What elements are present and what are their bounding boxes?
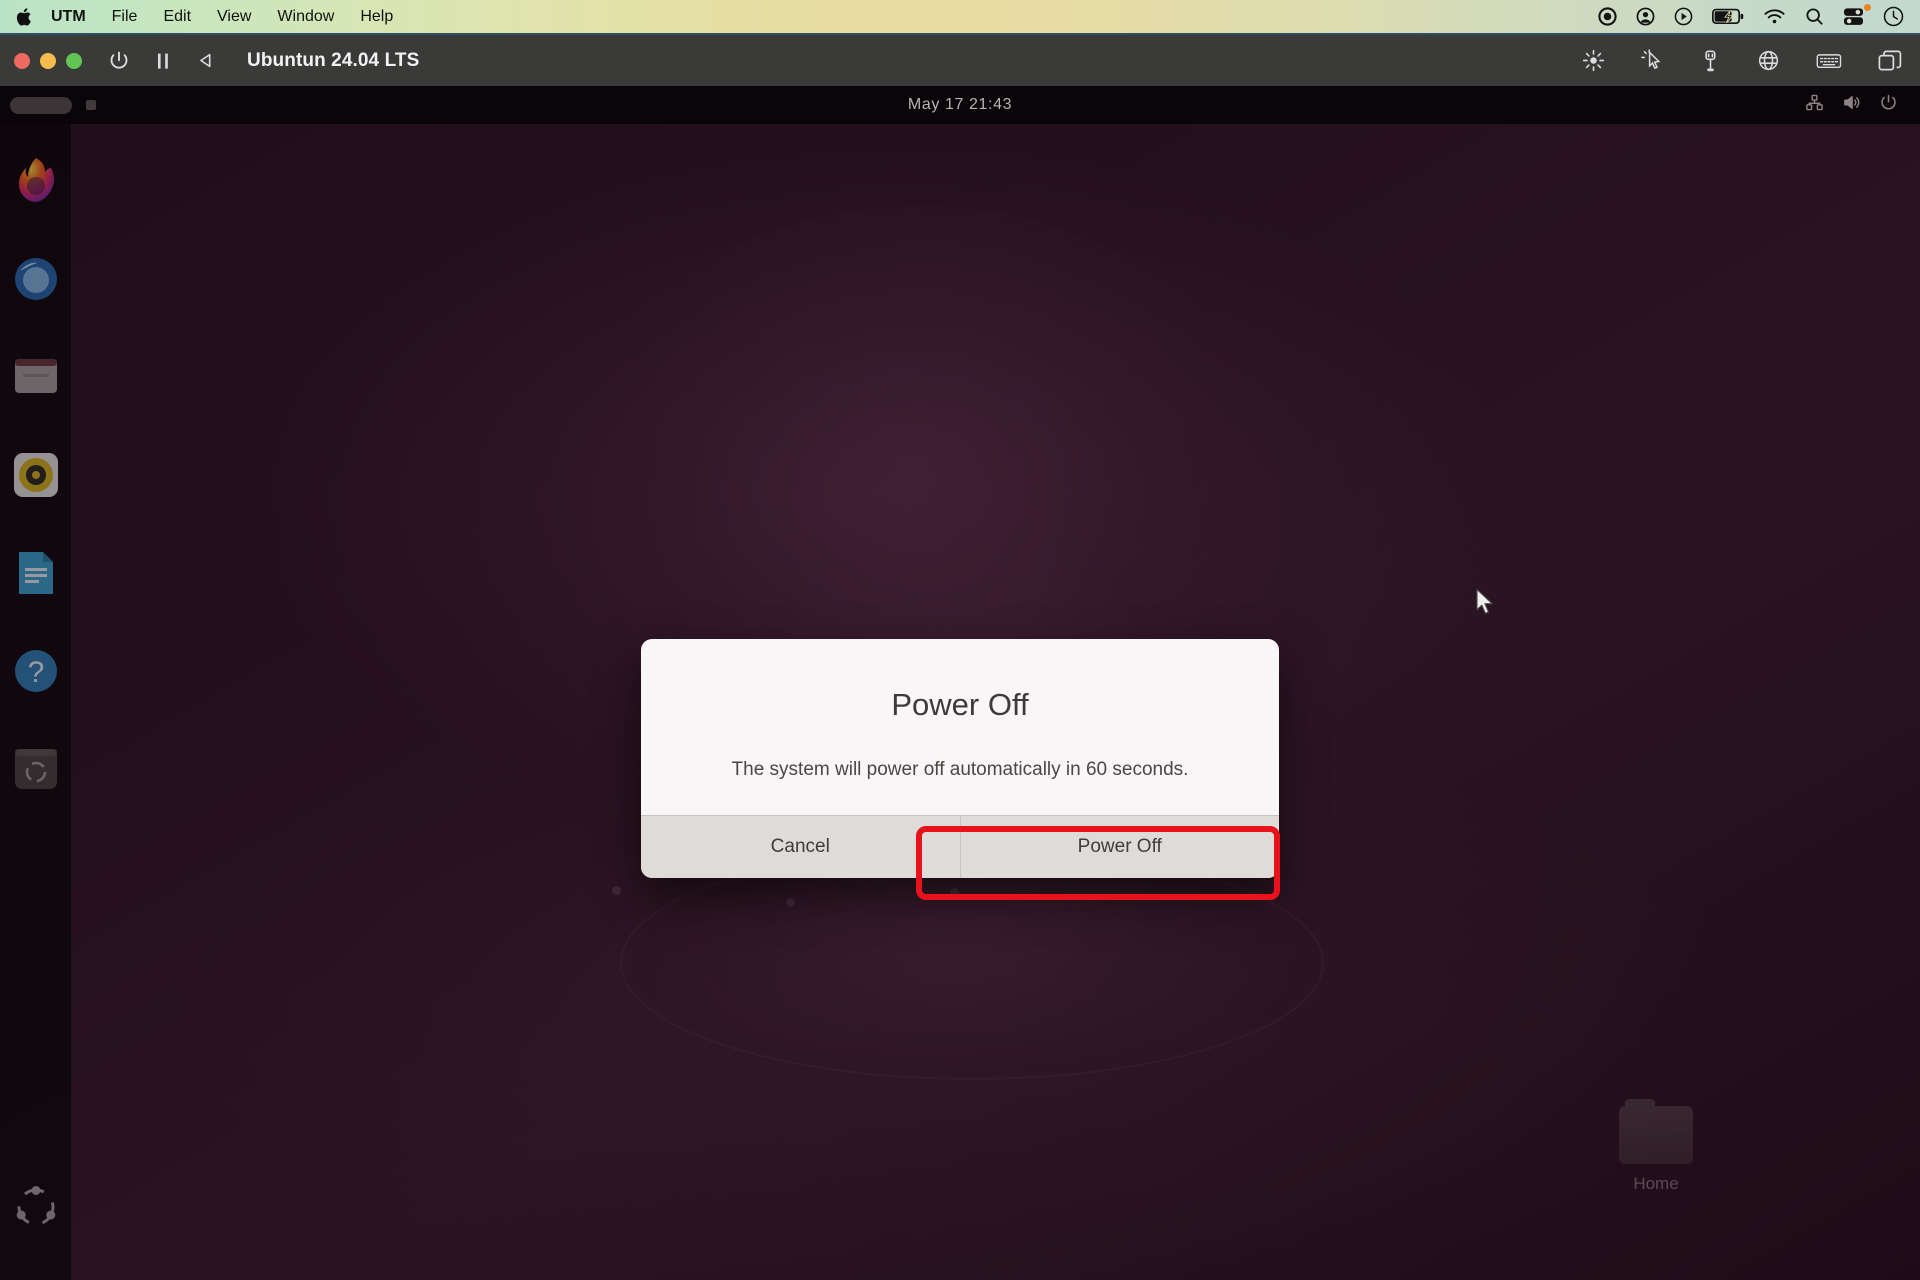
- power-off-dialog: Power Off The system will power off auto…: [641, 639, 1279, 878]
- minimize-button[interactable]: [40, 52, 56, 69]
- desktop-icon-home[interactable]: Home: [1596, 1099, 1716, 1194]
- dock-item-files[interactable]: [9, 350, 63, 404]
- wifi-icon[interactable]: [1763, 8, 1786, 25]
- close-button[interactable]: [14, 52, 30, 69]
- gnome-clock[interactable]: May 17 21:43: [0, 96, 1920, 114]
- folder-icon: [1619, 1099, 1693, 1164]
- dialog-message: The system will power off automatically …: [731, 759, 1189, 780]
- pointer-capture-icon[interactable]: [1641, 49, 1664, 72]
- window-controls: [14, 52, 82, 69]
- ubuntu-dock: ?: [0, 124, 72, 1280]
- vm-guest-screen[interactable]: May 17 21:43 ? Home Power Off The system…: [0, 86, 1920, 1280]
- svg-text:?: ?: [27, 656, 44, 689]
- mac-menu-edit[interactable]: Edit: [150, 5, 204, 29]
- dialog-button-bar: Cancel Power Off: [641, 815, 1279, 878]
- network-icon: [1805, 93, 1824, 117]
- search-icon[interactable]: [1805, 7, 1824, 26]
- mac-menu-view[interactable]: View: [204, 5, 264, 29]
- battery-charging-icon[interactable]: [1712, 8, 1744, 25]
- utm-toolbar-right: [1582, 49, 1902, 72]
- mac-menu-utm[interactable]: UTM: [38, 5, 99, 29]
- gnome-top-bar: May 17 21:43: [0, 86, 1920, 124]
- network-icon[interactable]: [1757, 49, 1780, 72]
- volume-icon: [1842, 93, 1861, 117]
- account-icon[interactable]: [1636, 7, 1655, 26]
- usb-icon[interactable]: [1700, 49, 1721, 72]
- record-icon[interactable]: [1598, 7, 1617, 26]
- show-applications-button[interactable]: [9, 1180, 63, 1234]
- power-off-button[interactable]: Power Off: [959, 816, 1279, 878]
- dialog-body: Power Off The system will power off auto…: [641, 639, 1279, 815]
- status-alert-dot: [1864, 4, 1871, 11]
- mac-menu-help[interactable]: Help: [347, 5, 406, 29]
- play-circle-icon[interactable]: [1674, 7, 1693, 26]
- control-center-icon[interactable]: [1843, 4, 1871, 26]
- gnome-status-area[interactable]: [1805, 93, 1898, 117]
- brightness-icon[interactable]: [1582, 49, 1605, 72]
- mac-status-items: [1598, 4, 1910, 27]
- wallpaper-dot: [612, 886, 621, 895]
- pause-icon[interactable]: [154, 51, 172, 71]
- siri-icon[interactable]: [1883, 6, 1904, 27]
- screen-root: UTM File Edit View Window Help Ubuntun 2…: [0, 0, 1920, 1280]
- utm-window-title: Ubuntun 24.04 LTS: [247, 49, 420, 71]
- mac-menu-window[interactable]: Window: [264, 5, 347, 29]
- desktop-icon-label: Home: [1633, 1174, 1679, 1193]
- cancel-button[interactable]: Cancel: [641, 816, 960, 878]
- mac-menu-items: UTM File Edit View Window Help: [8, 5, 406, 29]
- dialog-title: Power Off: [891, 687, 1029, 722]
- power-icon[interactable]: [108, 50, 130, 72]
- windows-icon[interactable]: [1878, 50, 1902, 72]
- dock-item-thunderbird[interactable]: [9, 252, 63, 306]
- apple-logo-icon[interactable]: [8, 7, 38, 27]
- dock-item-ubuntu-software[interactable]: [9, 742, 63, 796]
- wallpaper-dot: [950, 888, 959, 897]
- wallpaper-dot: [786, 898, 795, 907]
- utm-window-titlebar: Ubuntun 24.04 LTS: [0, 33, 1920, 86]
- dock-item-help[interactable]: ?: [9, 644, 63, 698]
- dock-item-rhythmbox[interactable]: [9, 448, 63, 502]
- power-menu-icon: [1879, 93, 1898, 117]
- wallpaper-shape-bottom: [620, 846, 1324, 1080]
- dock-item-libreoffice-writer[interactable]: [9, 546, 63, 600]
- keyboard-icon[interactable]: [1816, 51, 1842, 71]
- mac-menu-bar: UTM File Edit View Window Help: [0, 0, 1920, 33]
- mac-menu-file[interactable]: File: [99, 5, 151, 29]
- zoom-button[interactable]: [66, 52, 82, 69]
- dock-item-firefox[interactable]: [9, 154, 63, 208]
- mouse-cursor: [1475, 588, 1497, 623]
- back-triangle-icon[interactable]: [196, 51, 215, 70]
